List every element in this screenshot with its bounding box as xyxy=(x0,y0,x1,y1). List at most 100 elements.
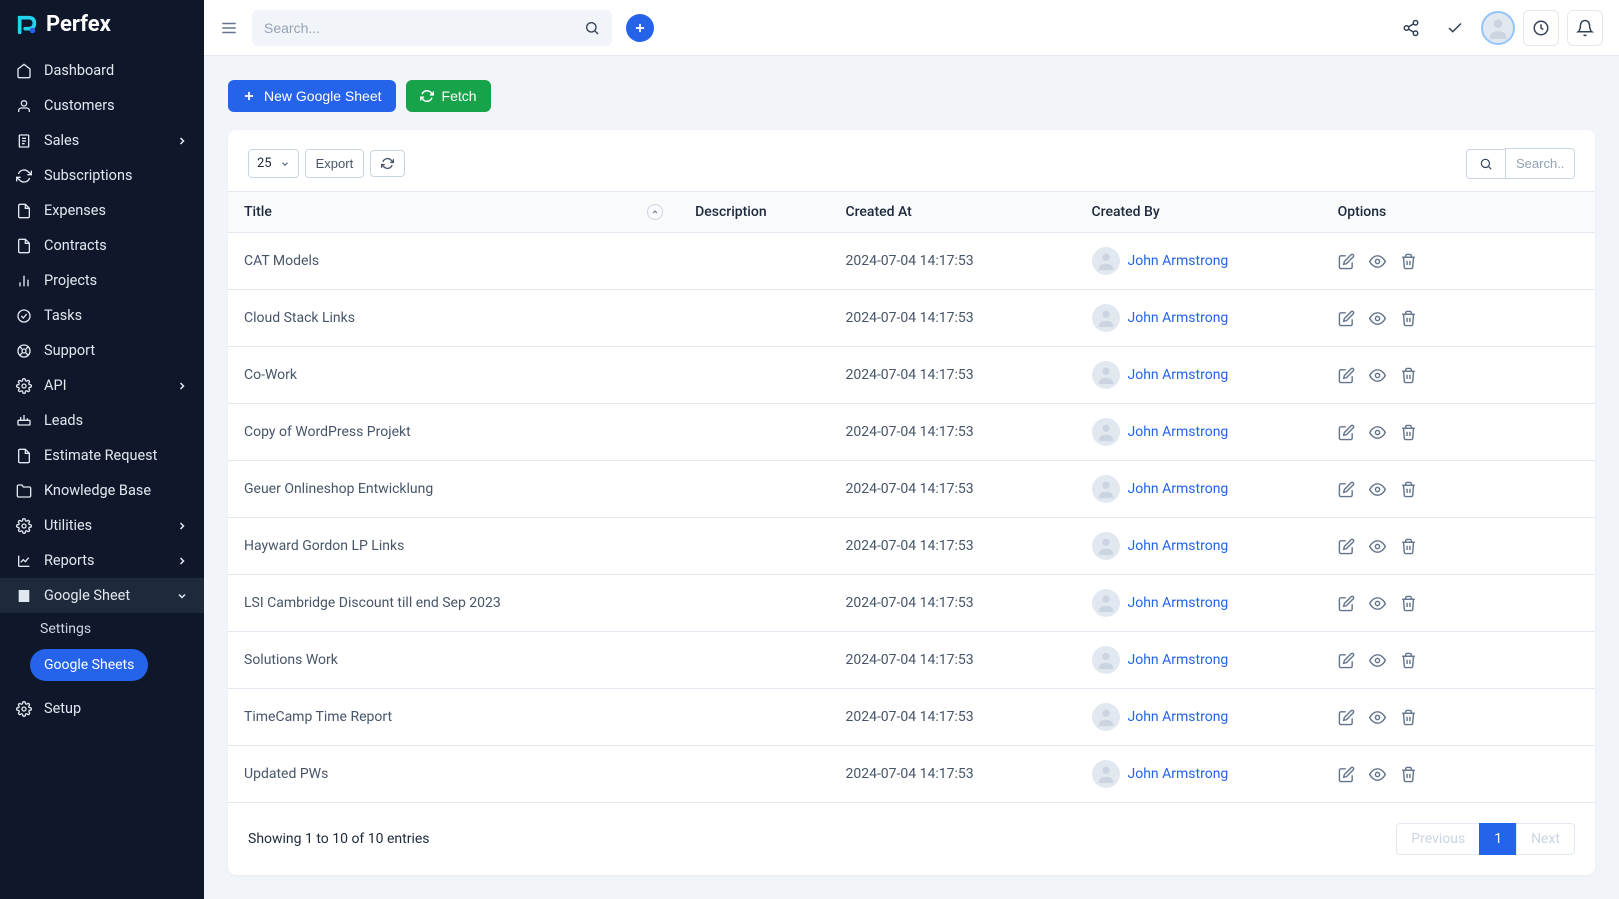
col-created-by[interactable]: Created By xyxy=(1076,192,1322,233)
hamburger-icon[interactable] xyxy=(220,19,238,37)
created-by-link[interactable]: John Armstrong xyxy=(1128,310,1229,326)
edit-button[interactable] xyxy=(1338,766,1355,783)
quick-add-button[interactable] xyxy=(626,14,654,42)
edit-button[interactable] xyxy=(1338,481,1355,498)
col-description[interactable]: Description xyxy=(679,192,829,233)
view-button[interactable] xyxy=(1369,595,1386,612)
page-1[interactable]: 1 xyxy=(1479,823,1517,855)
view-button[interactable] xyxy=(1369,766,1386,783)
table-row: Copy of WordPress Projekt2024-07-04 14:1… xyxy=(228,404,1595,461)
table-search-button[interactable] xyxy=(1466,149,1505,179)
delete-button[interactable] xyxy=(1400,367,1417,384)
sidebar-item-knowledge-base[interactable]: Knowledge Base xyxy=(0,473,204,508)
delete-button[interactable] xyxy=(1400,481,1417,498)
sidebar-item-reports[interactable]: Reports xyxy=(0,543,204,578)
edit-button[interactable] xyxy=(1338,367,1355,384)
view-button[interactable] xyxy=(1369,538,1386,555)
created-by-link[interactable]: John Armstrong xyxy=(1128,766,1229,782)
table-row: Hayward Gordon LP Links2024-07-04 14:17:… xyxy=(228,518,1595,575)
table-row: Cloud Stack Links2024-07-04 14:17:53John… xyxy=(228,290,1595,347)
share-button[interactable] xyxy=(1393,10,1429,46)
sidebar-item-tasks[interactable]: Tasks xyxy=(0,298,204,333)
created-by-link[interactable]: John Armstrong xyxy=(1128,253,1229,269)
sidebar-item-sales[interactable]: Sales xyxy=(0,123,204,158)
cell-title[interactable]: Copy of WordPress Projekt xyxy=(228,404,679,461)
created-by-link[interactable]: John Armstrong xyxy=(1128,709,1229,725)
cell-title[interactable]: Co-Work xyxy=(228,347,679,404)
user-avatar[interactable] xyxy=(1481,11,1515,45)
page-previous[interactable]: Previous xyxy=(1396,823,1480,855)
view-button[interactable] xyxy=(1369,709,1386,726)
edit-button[interactable] xyxy=(1338,424,1355,441)
sidebar-sub-settings[interactable]: Settings xyxy=(0,613,204,645)
edit-button[interactable] xyxy=(1338,538,1355,555)
page-next[interactable]: Next xyxy=(1516,823,1575,855)
delete-button[interactable] xyxy=(1400,652,1417,669)
col-options[interactable]: Options xyxy=(1322,192,1595,233)
view-button[interactable] xyxy=(1369,367,1386,384)
sidebar-item-subscriptions[interactable]: Subscriptions xyxy=(0,158,204,193)
sidebar-item-api[interactable]: API xyxy=(0,368,204,403)
sidebar-item-estimate-request[interactable]: Estimate Request xyxy=(0,438,204,473)
cell-title[interactable]: Updated PWs xyxy=(228,746,679,803)
sidebar-item-google-sheet[interactable]: Google Sheet xyxy=(0,578,204,613)
checkmark-button[interactable] xyxy=(1437,10,1473,46)
edit-button[interactable] xyxy=(1338,709,1355,726)
created-by-link[interactable]: John Armstrong xyxy=(1128,424,1229,440)
timer-button[interactable] xyxy=(1523,10,1559,46)
cell-title[interactable]: LSI Cambridge Discount till end Sep 2023 xyxy=(228,575,679,632)
edit-button[interactable] xyxy=(1338,253,1355,270)
sidebar-item-setup[interactable]: Setup xyxy=(0,691,204,726)
sidebar-item-support[interactable]: Support xyxy=(0,333,204,368)
view-button[interactable] xyxy=(1369,652,1386,669)
created-by-link[interactable]: John Armstrong xyxy=(1128,652,1229,668)
plus-icon xyxy=(242,89,256,103)
col-title[interactable]: Title xyxy=(228,192,679,233)
cell-title[interactable]: Geuer Onlineshop Entwicklung xyxy=(228,461,679,518)
view-button[interactable] xyxy=(1369,424,1386,441)
edit-button[interactable] xyxy=(1338,595,1355,612)
cell-title[interactable]: Hayward Gordon LP Links xyxy=(228,518,679,575)
delete-button[interactable] xyxy=(1400,766,1417,783)
sidebar-item-projects[interactable]: Projects xyxy=(0,263,204,298)
created-by-link[interactable]: John Armstrong xyxy=(1128,367,1229,383)
edit-button[interactable] xyxy=(1338,310,1355,327)
view-button[interactable] xyxy=(1369,481,1386,498)
sidebar-item-customers[interactable]: Customers xyxy=(0,88,204,123)
cell-title[interactable]: Cloud Stack Links xyxy=(228,290,679,347)
delete-button[interactable] xyxy=(1400,253,1417,270)
view-button[interactable] xyxy=(1369,253,1386,270)
sidebar-item-dashboard[interactable]: Dashboard xyxy=(0,53,204,88)
table-search-input[interactable] xyxy=(1505,148,1575,179)
view-button[interactable] xyxy=(1369,310,1386,327)
fetch-button[interactable]: Fetch xyxy=(406,80,491,112)
created-by-link[interactable]: John Armstrong xyxy=(1128,595,1229,611)
cell-created-by: John Armstrong xyxy=(1076,461,1322,518)
created-by-link[interactable]: John Armstrong xyxy=(1128,481,1229,497)
export-button[interactable]: Export xyxy=(305,149,365,178)
sidebar-item-expenses[interactable]: Expenses xyxy=(0,193,204,228)
sidebar-item-contracts[interactable]: Contracts xyxy=(0,228,204,263)
new-google-sheet-button[interactable]: New Google Sheet xyxy=(228,80,396,112)
cell-title[interactable]: CAT Models xyxy=(228,233,679,290)
brand-logo[interactable]: Perfex xyxy=(0,0,204,49)
page-size-select[interactable]: 25 xyxy=(248,149,299,178)
sidebar-item-utilities[interactable]: Utilities xyxy=(0,508,204,543)
col-created-at[interactable]: Created At xyxy=(829,192,1075,233)
eye-icon xyxy=(1369,481,1386,498)
edit-button[interactable] xyxy=(1338,652,1355,669)
delete-button[interactable] xyxy=(1400,595,1417,612)
delete-button[interactable] xyxy=(1400,310,1417,327)
cell-title[interactable]: Solutions Work xyxy=(228,632,679,689)
sidebar-item-leads[interactable]: Leads xyxy=(0,403,204,438)
reload-button[interactable] xyxy=(370,150,405,177)
delete-button[interactable] xyxy=(1400,424,1417,441)
created-by-link[interactable]: John Armstrong xyxy=(1128,538,1229,554)
notifications-button[interactable] xyxy=(1567,10,1603,46)
cell-created-by: John Armstrong xyxy=(1076,404,1322,461)
delete-button[interactable] xyxy=(1400,709,1417,726)
cell-title[interactable]: TimeCamp Time Report xyxy=(228,689,679,746)
sidebar-sub-google-sheets[interactable]: Google Sheets xyxy=(30,649,148,681)
global-search-input[interactable] xyxy=(264,20,584,36)
delete-button[interactable] xyxy=(1400,538,1417,555)
